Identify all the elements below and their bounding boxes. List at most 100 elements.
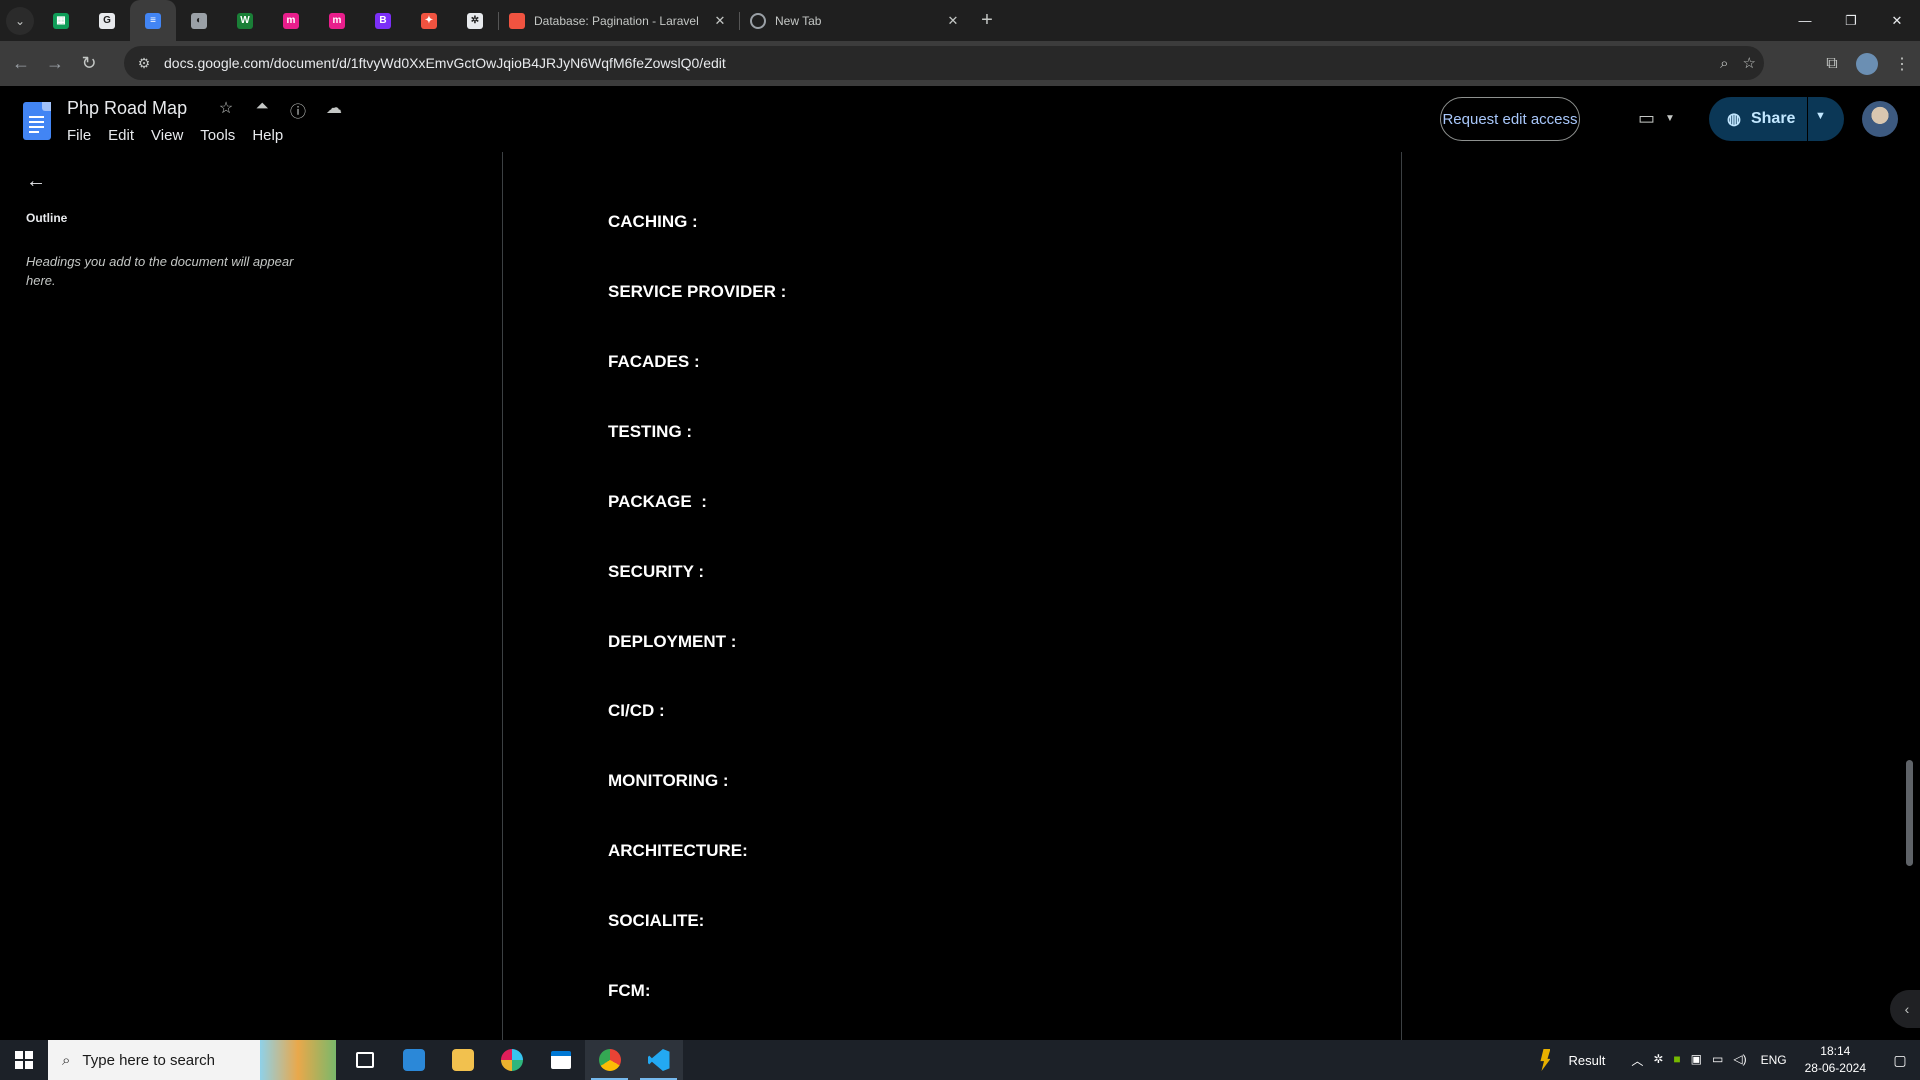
document-title[interactable]: Php Road Map (67, 98, 187, 119)
globe-icon: ◍ (1727, 111, 1741, 128)
heading-socialite[interactable]: SOCIALITE: (608, 911, 704, 931)
vscode-icon[interactable] (634, 1040, 683, 1080)
pinned-tab-w[interactable]: W (222, 0, 268, 41)
task-view-icon[interactable] (340, 1040, 389, 1080)
clock[interactable]: 18:14 28-06-2024 (1805, 1043, 1866, 1077)
heading-monitoring[interactable]: MONITORING : (608, 771, 729, 791)
weather-label: Result (1568, 1052, 1606, 1068)
document-page[interactable]: CACHING : SERVICE PROVIDER : FACADES : T… (502, 152, 1402, 1040)
request-edit-access-button[interactable]: Request edit access (1440, 97, 1580, 141)
back-icon[interactable]: ← (4, 47, 38, 81)
windows-taskbar: ⌕ Type here to search Result ︿ ✲ ■ ▣ ▭ ◁… (0, 1040, 1920, 1080)
share-dropdown-icon[interactable]: ▼ (1815, 110, 1826, 122)
close-tab-icon[interactable]: ✕ (711, 13, 729, 29)
pinned-tab-chatgpt[interactable]: ✲ (452, 0, 498, 41)
pinned-tab-google[interactable]: G (84, 0, 130, 41)
pinned-tab-m1[interactable]: m (268, 0, 314, 41)
show-hidden-icons-chevron-icon[interactable]: ︿ (1631, 1052, 1643, 1069)
menu-icon[interactable]: ⋮ (1884, 54, 1920, 74)
window-controls: — ❐ ✕ (1782, 0, 1920, 41)
heading-service-provider[interactable]: SERVICE PROVIDER : (608, 282, 786, 302)
heading-facades[interactable]: FACADES : (608, 352, 700, 372)
chrome-favicon-icon (750, 12, 766, 29)
notification-icon[interactable]: ▢ (1880, 1052, 1920, 1069)
pinned-tab-docs[interactable]: ≡ (130, 0, 176, 41)
search-highlight-image[interactable] (260, 1040, 336, 1080)
clock-date: 28-06-2024 (1804, 1061, 1866, 1075)
site-favicon-icon: ◐ (191, 12, 207, 29)
forward-icon[interactable]: → (38, 47, 72, 81)
video-camera-icon: ▭ (1638, 108, 1656, 128)
weather-widget[interactable]: Result (1540, 1049, 1605, 1071)
meet-now-icon[interactable]: ▣ (1691, 1052, 1702, 1069)
restore-icon[interactable]: ❐ (1828, 0, 1874, 41)
menu-view[interactable]: View (151, 127, 192, 144)
volume-icon[interactable]: ◁) (1733, 1052, 1746, 1069)
vertical-scrollbar[interactable] (1906, 760, 1913, 866)
heading-fcm[interactable]: FCM: (608, 981, 650, 1001)
start-button[interactable] (0, 1040, 48, 1080)
pinned-tab-sheets[interactable]: ▦ (38, 0, 84, 41)
tab-search-button[interactable]: ⌄ (6, 6, 34, 35)
menu-help[interactable]: Help (252, 127, 292, 144)
star-icon[interactable]: ☆ (214, 98, 238, 122)
chevron-down-icon: ▼ (1665, 113, 1675, 124)
reload-icon[interactable]: ↻ (72, 47, 106, 81)
menu-file[interactable]: File (67, 127, 100, 144)
zoom-icon[interactable]: ⌕ (1720, 55, 1728, 72)
menu-tools[interactable]: Tools (200, 127, 244, 144)
account-avatar[interactable] (1862, 101, 1898, 137)
close-window-icon[interactable]: ✕ (1874, 0, 1920, 41)
laravel-favicon-icon: ✦ (421, 12, 437, 29)
close-tab-icon[interactable]: ✕ (944, 13, 962, 29)
b-favicon-icon: B (375, 12, 391, 29)
heading-security[interactable]: SECURITY : (608, 562, 704, 582)
file-explorer-icon[interactable] (438, 1040, 487, 1080)
heading-deployment[interactable]: DEPLOYMENT : (608, 632, 736, 652)
pinned-tab-b[interactable]: B (360, 0, 406, 41)
bookmark-star-icon[interactable]: ☆ (1743, 54, 1756, 72)
move-to-drive-icon[interactable]: ⏶ (250, 98, 274, 122)
heading-architecture[interactable]: ARCHITECTURE: (608, 841, 748, 861)
cloud-status-icon[interactable]: ☁ (322, 98, 346, 122)
windows-logo-icon (15, 1051, 33, 1069)
microsoft-store-icon[interactable] (389, 1040, 438, 1080)
sheets-favicon-icon: ▦ (53, 12, 69, 29)
pinned-tab-laravel[interactable]: ✦ (406, 0, 452, 41)
heading-testing[interactable]: TESTING : (608, 422, 692, 442)
slack-icon[interactable] (487, 1040, 536, 1080)
tab-laravel-pagination[interactable]: Database: Pagination - Laravel ✕ (499, 0, 739, 41)
heading-ci-cd[interactable]: CI/CD : (608, 701, 665, 721)
site-info-icon[interactable]: ⚙ (130, 49, 158, 77)
url-text[interactable]: docs.google.com/document/d/1ftvyWd0XxEmv… (164, 55, 726, 71)
language-indicator[interactable]: ENG (1761, 1053, 1787, 1067)
address-bar[interactable]: ⚙ docs.google.com/document/d/1ftvyWd0XxE… (124, 46, 1764, 80)
nvidia-icon[interactable]: ■ (1673, 1052, 1680, 1069)
docs-logo-icon[interactable] (23, 102, 51, 140)
close-outline-arrow-icon[interactable]: ← (26, 170, 46, 193)
window-app-icon[interactable] (536, 1040, 585, 1080)
outline-hint: Headings you add to the document will ap… (26, 254, 294, 288)
extensions-icon[interactable]: ⧉ (1814, 55, 1850, 73)
chrome-icon[interactable] (585, 1040, 634, 1080)
lightning-icon (1540, 1049, 1551, 1071)
tab-new-tab[interactable]: New Tab ✕ (740, 0, 972, 41)
new-tab-button[interactable]: + (972, 9, 1002, 32)
w-favicon-icon: W (237, 12, 253, 29)
bluetooth-icon[interactable]: ✲ (1653, 1052, 1663, 1069)
network-icon[interactable]: ▭ (1712, 1052, 1723, 1069)
heading-caching[interactable]: CACHING : (608, 212, 698, 232)
minimize-icon[interactable]: — (1782, 0, 1828, 41)
pinned-tab-site[interactable]: ◐ (176, 0, 222, 41)
taskbar-search[interactable]: ⌕ Type here to search (48, 1040, 336, 1080)
pinned-tab-m2[interactable]: m (314, 0, 360, 41)
profile-avatar[interactable] (1856, 52, 1878, 75)
menu-edit[interactable]: Edit (108, 127, 143, 144)
share-button[interactable]: ◍ Share ▼ (1709, 97, 1844, 141)
browser-toolbar: ← → ↻ ⚙ docs.google.com/document/d/1ftvy… (0, 41, 1920, 86)
side-panel-toggle-icon[interactable]: ‹ (1890, 990, 1920, 1028)
info-icon[interactable]: ⓘ (286, 98, 310, 122)
heading-package[interactable]: PACKAGE : (608, 492, 707, 512)
meet-button[interactable]: ▭ ▼ (1638, 108, 1675, 129)
laravel-favicon-icon (509, 12, 525, 29)
